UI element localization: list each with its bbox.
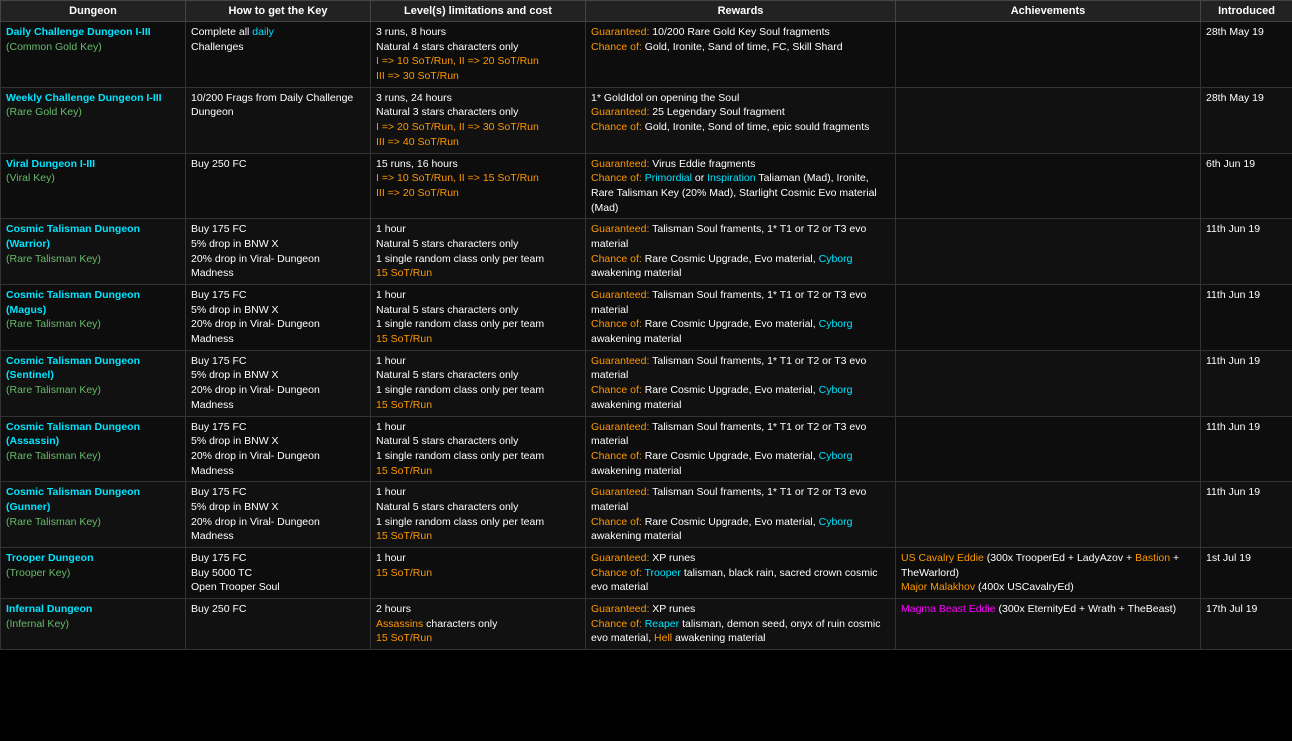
key-cell: Buy 250 FC [186,153,371,219]
level-cell: 1 hourNatural 5 stars characters only1 s… [371,482,586,548]
key-cell: Buy 175 FC 5% drop in BNW X 20% drop in … [186,350,371,416]
key-cell: Buy 175 FC 5% drop in BNW X 20% drop in … [186,219,371,285]
key-cell: Complete all daily Challenges [186,22,371,88]
level-cell: 1 hour15 SoT/Run [371,548,586,599]
table-row: Cosmic Talisman Dungeon (Assassin)(Rare … [1,416,1292,482]
key-cell: Buy 175 FC 5% drop in BNW X 20% drop in … [186,482,371,548]
dungeon-table: Dungeon How to get the Key Level(s) limi… [0,0,1292,650]
rewards-cell: Guaranteed: Talisman Soul framents, 1* T… [586,482,896,548]
introduced-cell: 11th Jun 19 [1201,285,1292,351]
level-cell: 1 hourNatural 5 stars characters only1 s… [371,416,586,482]
header-key: How to get the Key [186,1,371,22]
table-row: Weekly Challenge Dungeon I-III(Rare Gold… [1,87,1292,153]
key-cell: Buy 175 FC Buy 5000 TC Open Trooper Soul [186,548,371,599]
rewards-cell: Guaranteed: Talisman Soul framents, 1* T… [586,416,896,482]
table-row: Trooper Dungeon(Trooper Key)Buy 175 FC B… [1,548,1292,599]
header-level: Level(s) limitations and cost [371,1,586,22]
key-cell: Buy 250 FC [186,599,371,650]
level-cell: 15 runs, 16 hoursI => 10 SoT/Run, II => … [371,153,586,219]
achievements-cell [896,482,1201,548]
dungeon-cell: Infernal Dungeon(Infernal Key) [1,599,186,650]
level-cell: 3 runs, 8 hoursNatural 4 stars character… [371,22,586,88]
level-cell: 1 hourNatural 5 stars characters only1 s… [371,350,586,416]
level-cell: 3 runs, 24 hoursNatural 3 stars characte… [371,87,586,153]
rewards-cell: Guaranteed: Virus Eddie fragmentsChance … [586,153,896,219]
achievements-cell [896,22,1201,88]
level-cell: 2 hoursAssassins characters only15 SoT/R… [371,599,586,650]
achievements-cell: Magma Beast Eddie (300x EternityEd + Wra… [896,599,1201,650]
rewards-cell: 1* GoldIdol on opening the SoulGuarantee… [586,87,896,153]
introduced-cell: 11th Jun 19 [1201,350,1292,416]
header-introduced: Introduced [1201,1,1292,22]
introduced-cell: 1st Jul 19 [1201,548,1292,599]
achievements-cell [896,87,1201,153]
dungeon-cell: Cosmic Talisman Dungeon (Warrior)(Rare T… [1,219,186,285]
rewards-cell: Guaranteed: Talisman Soul framents, 1* T… [586,219,896,285]
dungeon-cell: Weekly Challenge Dungeon I-III(Rare Gold… [1,87,186,153]
introduced-cell: 11th Jun 19 [1201,219,1292,285]
table-row: Viral Dungeon I-III(Viral Key)Buy 250 FC… [1,153,1292,219]
level-cell: 1 hourNatural 5 stars characters only1 s… [371,285,586,351]
introduced-cell: 28th May 19 [1201,22,1292,88]
table-row: Cosmic Talisman Dungeon (Magus)(Rare Tal… [1,285,1292,351]
header-rewards: Rewards [586,1,896,22]
achievements-cell [896,285,1201,351]
introduced-cell: 6th Jun 19 [1201,153,1292,219]
table-row: Cosmic Talisman Dungeon (Gunner)(Rare Ta… [1,482,1292,548]
achievements-cell [896,350,1201,416]
achievements-cell [896,153,1201,219]
table-row: Cosmic Talisman Dungeon (Warrior)(Rare T… [1,219,1292,285]
header-dungeon: Dungeon [1,1,186,22]
dungeon-cell: Cosmic Talisman Dungeon (Gunner)(Rare Ta… [1,482,186,548]
achievements-cell [896,219,1201,285]
key-cell: 10/200 Frags from Daily Challenge Dungeo… [186,87,371,153]
rewards-cell: Guaranteed: Talisman Soul framents, 1* T… [586,350,896,416]
rewards-cell: Guaranteed: XP runesChance of: Reaper ta… [586,599,896,650]
table-header: Dungeon How to get the Key Level(s) limi… [1,1,1292,22]
dungeon-cell: Viral Dungeon I-III(Viral Key) [1,153,186,219]
rewards-cell: Guaranteed: XP runesChance of: Trooper t… [586,548,896,599]
achievements-cell: US Cavalry Eddie (300x TrooperEd + LadyA… [896,548,1201,599]
key-cell: Buy 175 FC 5% drop in BNW X 20% drop in … [186,285,371,351]
introduced-cell: 17th Jul 19 [1201,599,1292,650]
table-row: Cosmic Talisman Dungeon (Sentinel)(Rare … [1,350,1292,416]
dungeon-cell: Trooper Dungeon(Trooper Key) [1,548,186,599]
introduced-cell: 28th May 19 [1201,87,1292,153]
introduced-cell: 11th Jun 19 [1201,482,1292,548]
introduced-cell: 11th Jun 19 [1201,416,1292,482]
level-cell: 1 hourNatural 5 stars characters only1 s… [371,219,586,285]
header-achievements: Achievements [896,1,1201,22]
key-cell: Buy 175 FC 5% drop in BNW X 20% drop in … [186,416,371,482]
achievements-cell [896,416,1201,482]
dungeon-cell: Daily Challenge Dungeon I-III(Common Gol… [1,22,186,88]
rewards-cell: Guaranteed: 10/200 Rare Gold Key Soul fr… [586,22,896,88]
dungeon-cell: Cosmic Talisman Dungeon (Assassin)(Rare … [1,416,186,482]
rewards-cell: Guaranteed: Talisman Soul framents, 1* T… [586,285,896,351]
table-row: Daily Challenge Dungeon I-III(Common Gol… [1,22,1292,88]
dungeon-cell: Cosmic Talisman Dungeon (Sentinel)(Rare … [1,350,186,416]
dungeon-cell: Cosmic Talisman Dungeon (Magus)(Rare Tal… [1,285,186,351]
table-row: Infernal Dungeon(Infernal Key)Buy 250 FC… [1,599,1292,650]
